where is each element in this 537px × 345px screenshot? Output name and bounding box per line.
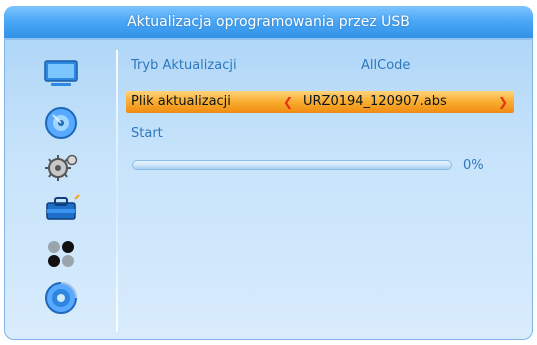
title-bar: Aktualizacja oprogramowania przez USB: [4, 6, 533, 40]
tv-icon: [44, 60, 78, 86]
dots-icon: [48, 241, 74, 267]
sidebar-item-multi[interactable]: [38, 236, 84, 272]
toolbox-icon: [46, 194, 80, 220]
right-arrow-icon[interactable]: ❯: [498, 95, 508, 109]
gear-icon: [45, 154, 78, 181]
satellite-icon: [45, 282, 77, 314]
file-value[interactable]: URZ0194_120907.abs: [303, 94, 447, 109]
progress-bar: [132, 160, 452, 170]
update-window: Aktualizacja oprogramowania przez USB Tr…: [4, 6, 533, 340]
file-label: Plik aktualizacji: [131, 94, 231, 109]
disc-icon: [45, 107, 77, 139]
mode-label: Tryb Aktualizacji: [131, 58, 237, 73]
left-arrow-icon[interactable]: ❮: [283, 95, 293, 109]
mode-value[interactable]: AllCode: [361, 58, 410, 73]
sidebar-menu: [20, 50, 108, 332]
file-row-highlight[interactable]: Plik aktualizacji ❮ URZ0194_120907.abs ❯: [126, 91, 514, 113]
sidebar-divider: [116, 50, 118, 332]
main-content: Tryb Aktualizacji AllCode Plik aktualiza…: [126, 50, 518, 332]
screen: Aktualizacja oprogramowania przez USB Tr…: [0, 0, 537, 345]
start-button[interactable]: Start: [131, 126, 163, 141]
window-title: Aktualizacja oprogramowania przez USB: [127, 14, 410, 30]
sidebar-item-disc[interactable]: [38, 105, 84, 141]
sidebar-item-settings[interactable]: [38, 150, 84, 186]
sidebar-item-tv[interactable]: [38, 56, 84, 92]
sidebar-item-toolbox[interactable]: [38, 191, 84, 227]
progress-percent: 0%: [463, 158, 484, 173]
sidebar-item-satellite[interactable]: [38, 280, 84, 316]
